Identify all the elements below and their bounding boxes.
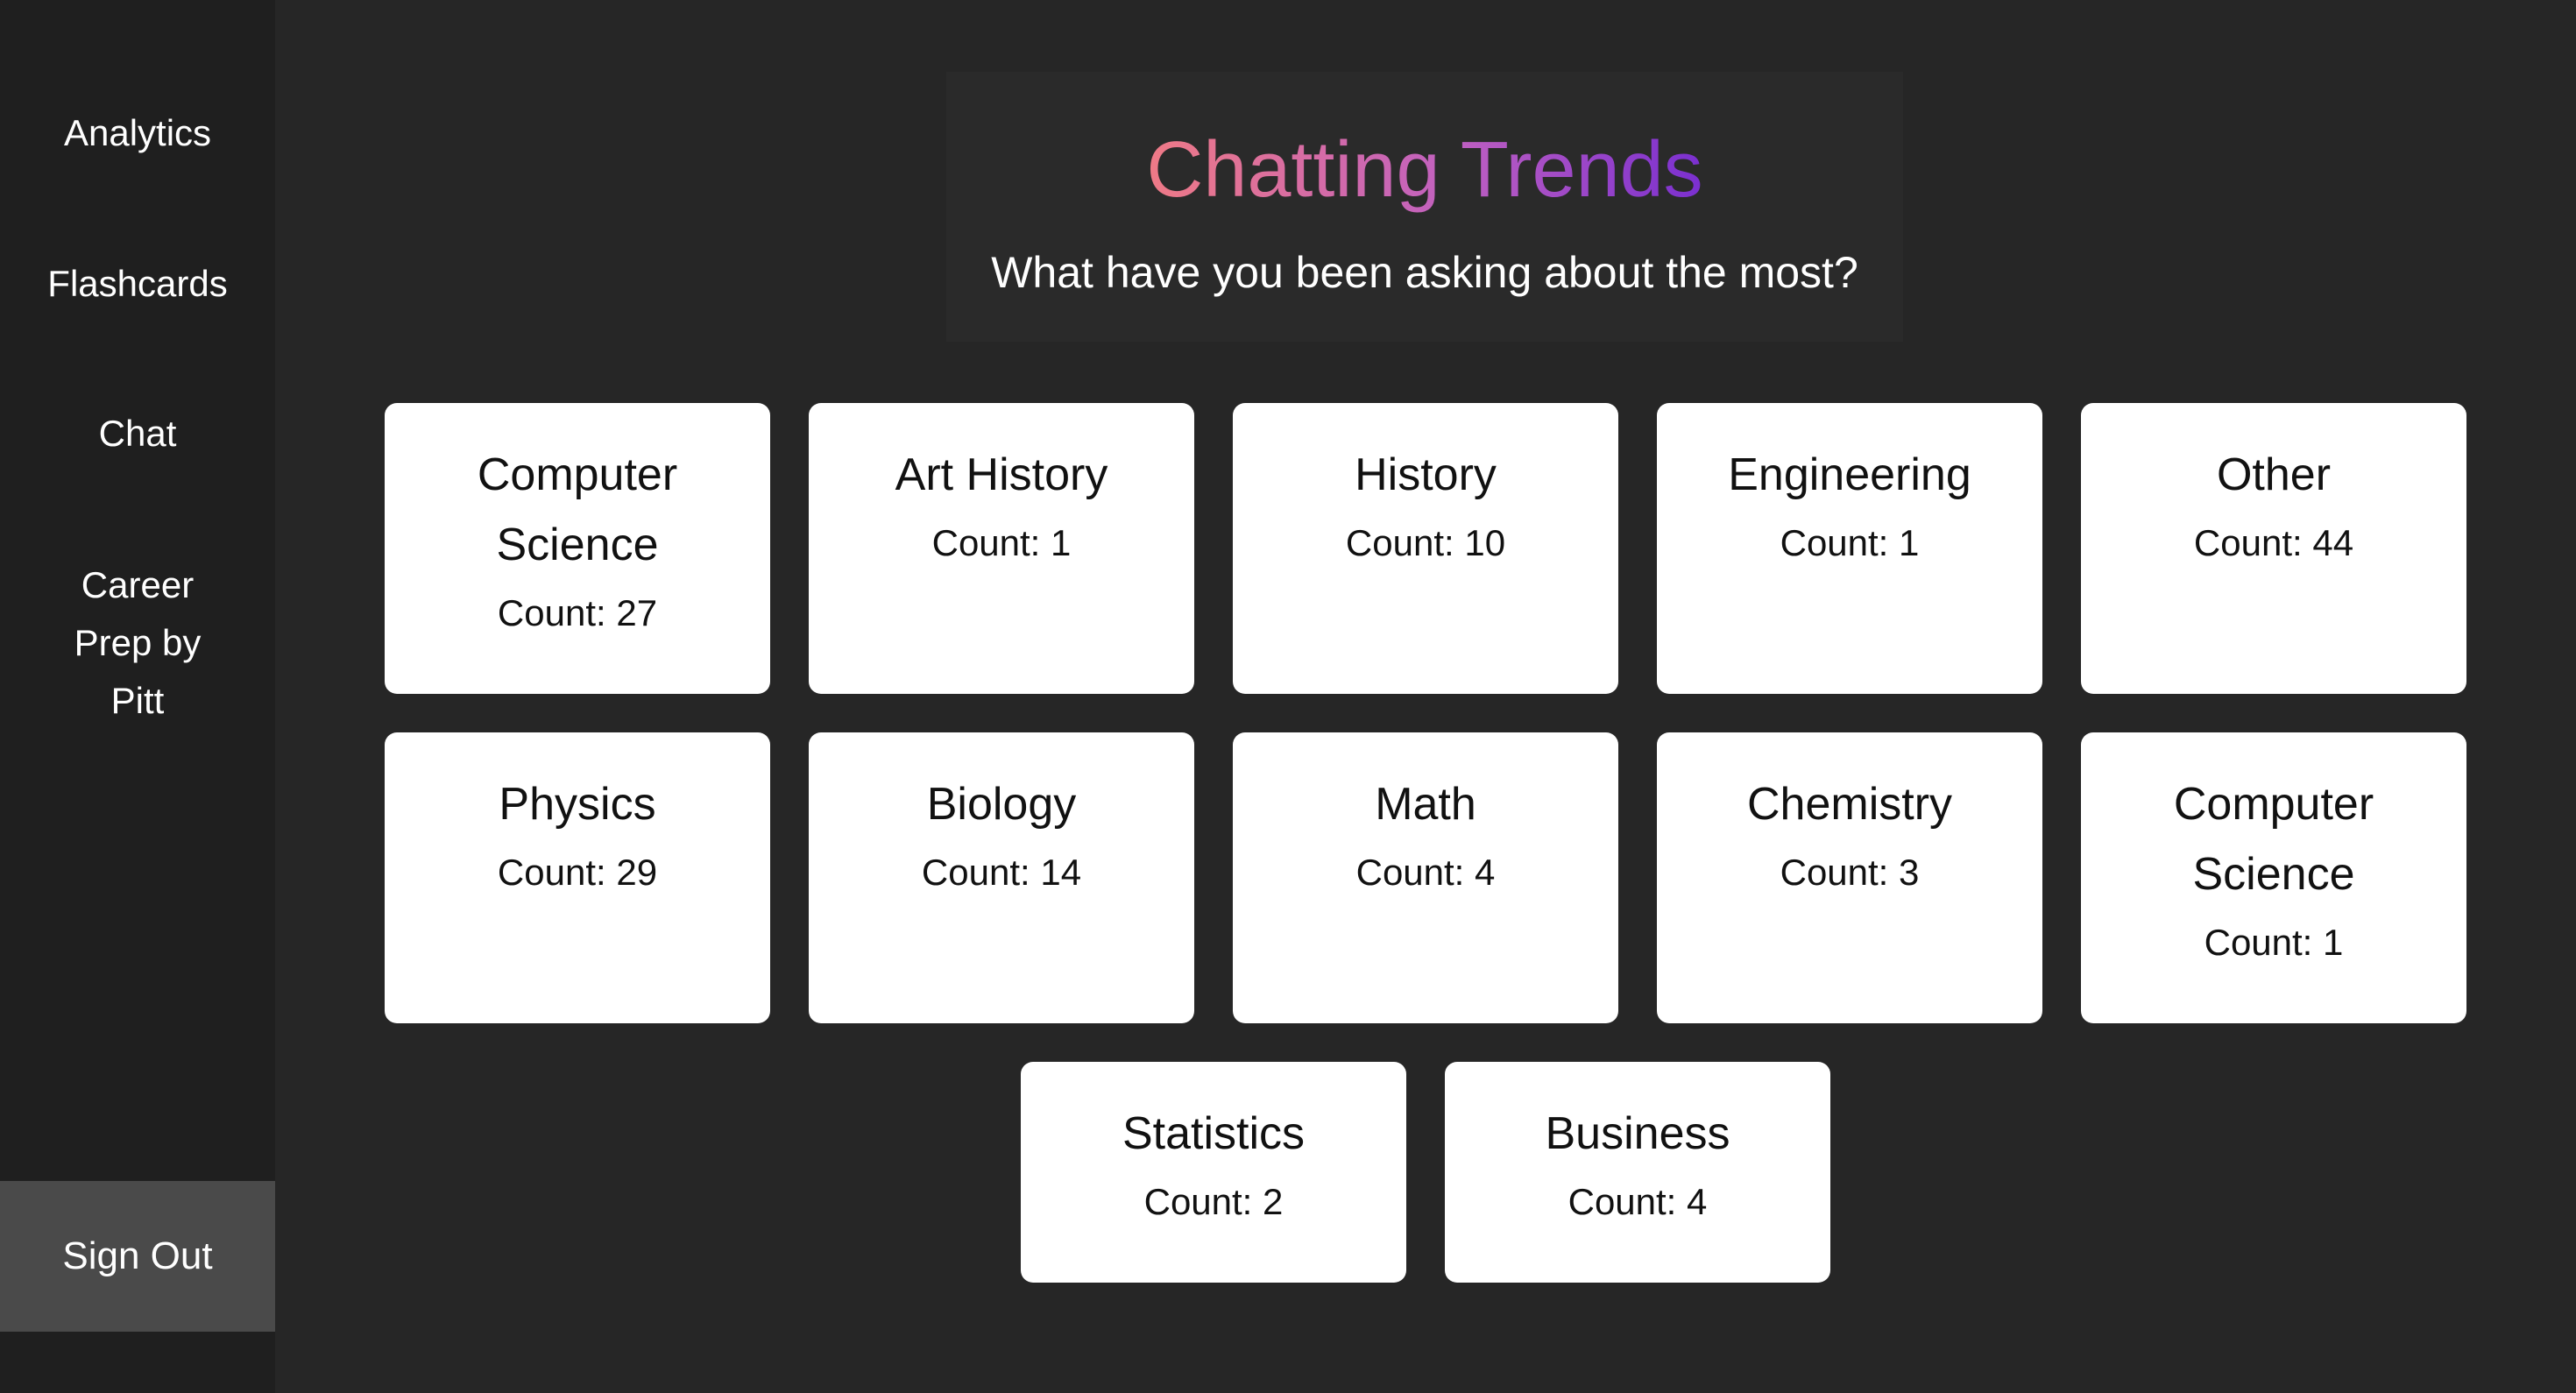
topic-name: Math <box>1375 779 1476 830</box>
topic-count: Count: 14 <box>921 852 1082 893</box>
topic-count: Count: 29 <box>497 852 658 893</box>
sidebar-item-chat[interactable]: Chat <box>0 405 275 463</box>
topic-card-computer-science: Computer Science Count: 27 <box>385 403 770 694</box>
topic-count: Count: 1 <box>1780 522 1920 563</box>
topic-count: Count: 10 <box>1345 522 1506 563</box>
topic-count: Count: 44 <box>2193 522 2354 563</box>
topic-name: Chemistry <box>1746 779 1953 830</box>
topic-card-other: Other Count: 44 <box>2081 403 2466 694</box>
topic-name: Business <box>1545 1108 1730 1159</box>
topic-name: Computer Science <box>477 449 678 570</box>
topic-count: Count: 3 <box>1780 852 1920 893</box>
topic-count: Count: 1 <box>931 522 1072 563</box>
topic-count: Count: 4 <box>1355 852 1496 893</box>
topic-card-engineering: Engineering Count: 1 <box>1657 403 2042 694</box>
topic-card-biology: Biology Count: 14 <box>809 732 1194 1023</box>
topic-count: Count: 1 <box>2204 922 2344 963</box>
sidebar-item-analytics[interactable]: Analytics <box>0 104 275 162</box>
topic-name: Biology <box>926 779 1077 830</box>
topic-name: Computer Science <box>2173 779 2374 900</box>
topic-card-business: Business Count: 4 <box>1445 1062 1830 1283</box>
topic-name: History <box>1355 449 1497 500</box>
sidebar-item-flashcards[interactable]: Flashcards <box>0 255 275 313</box>
topic-card-computer-science-2: Computer Science Count: 1 <box>2081 732 2466 1023</box>
page-title-text: Chatting Trends <box>1146 126 1703 214</box>
page-subtitle: What have you been asking about the most… <box>991 248 1858 297</box>
topic-name: Art History <box>895 449 1108 500</box>
topic-count: Count: 27 <box>497 592 658 633</box>
page-header: Chatting Trends What have you been askin… <box>946 72 1903 342</box>
topic-card-chemistry: Chemistry Count: 3 <box>1657 732 2042 1023</box>
topic-name: Statistics <box>1122 1108 1306 1159</box>
topic-card-physics: Physics Count: 29 <box>385 732 770 1023</box>
topic-name: Physics <box>499 779 656 830</box>
sidebar-item-career-prep[interactable]: Career Prep by Pitt <box>0 556 275 730</box>
topic-count: Count: 4 <box>1568 1181 1708 1222</box>
topic-card-art-history: Art History Count: 1 <box>809 403 1194 694</box>
sign-out-button[interactable]: Sign Out <box>0 1181 275 1332</box>
page-title: Chatting Trends <box>946 124 1903 216</box>
topic-name: Engineering <box>1728 449 1971 500</box>
topic-card-statistics: Statistics Count: 2 <box>1021 1062 1406 1283</box>
sidebar: Analytics Flashcards Chat Career Prep by… <box>0 0 275 1393</box>
topic-card-math: Math Count: 4 <box>1233 732 1618 1023</box>
topic-card-history: History Count: 10 <box>1233 403 1618 694</box>
topic-count: Count: 2 <box>1143 1181 1284 1222</box>
topic-name: Other <box>2216 449 2332 500</box>
